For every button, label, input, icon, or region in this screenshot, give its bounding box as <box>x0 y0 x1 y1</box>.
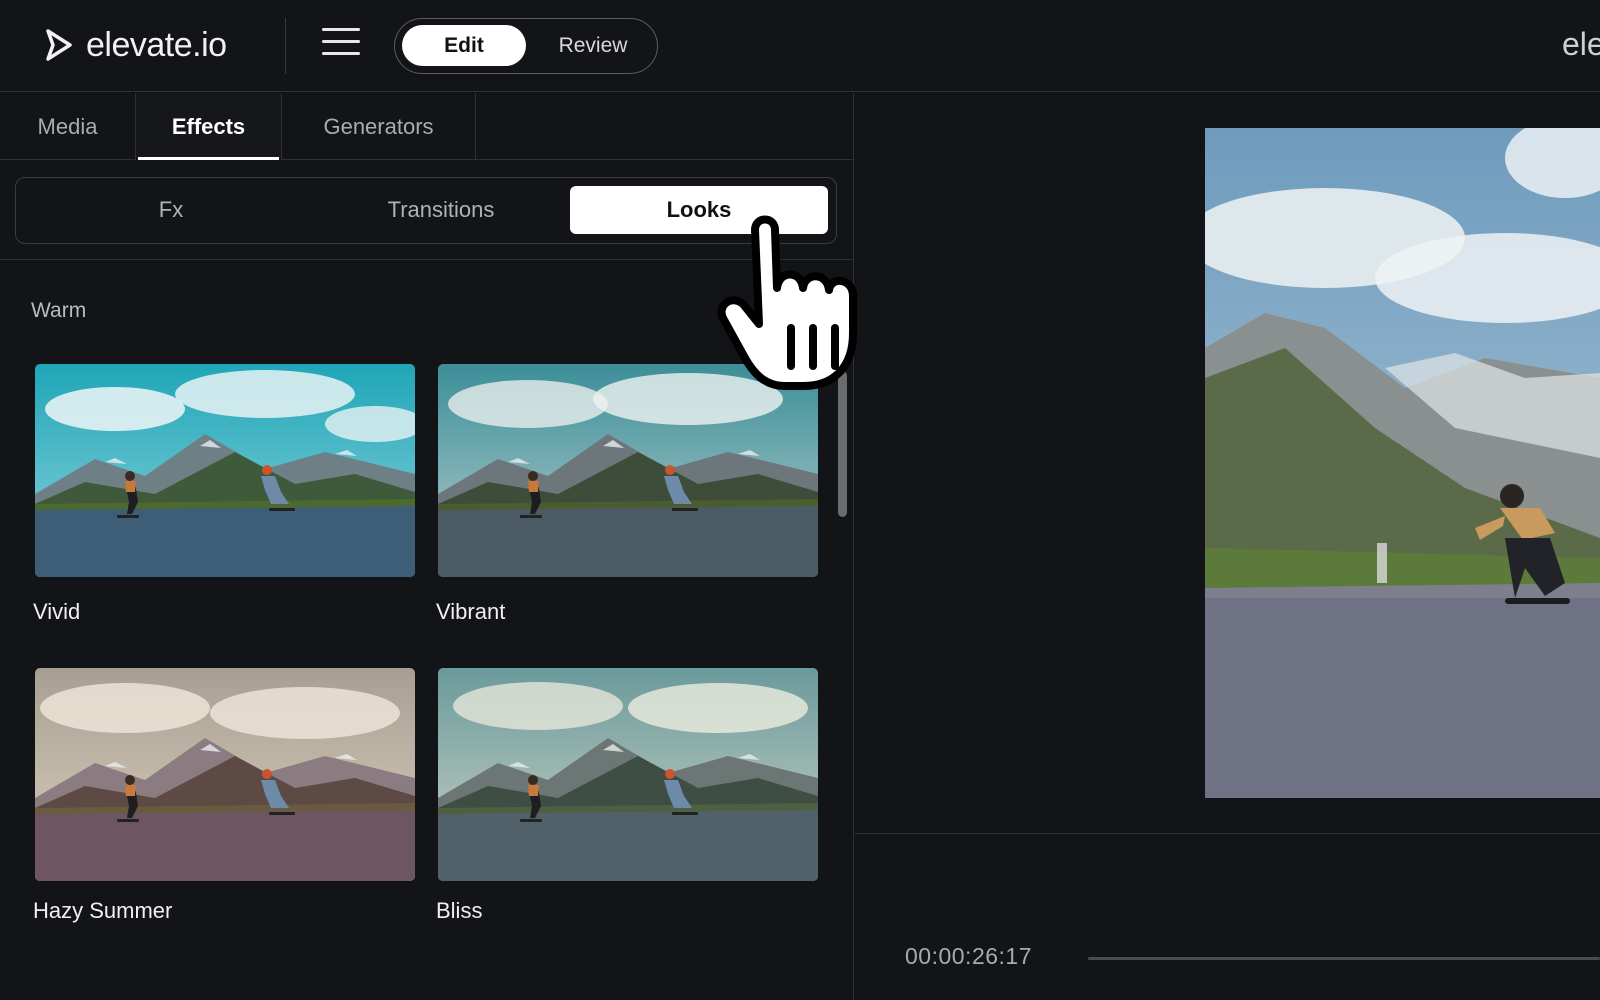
top-bar: elevate.io Edit Review ele <box>0 0 1600 92</box>
review-mode-button[interactable]: Review <box>533 25 653 66</box>
effects-panel: Media Effects Generators Fx Transitions … <box>0 93 854 1000</box>
panel-tabs: Media Effects Generators <box>0 93 854 160</box>
effect-type-selector: Fx Transitions Looks <box>15 177 837 244</box>
look-card-vibrant[interactable]: Vibrant <box>436 364 818 624</box>
timecode: 00:00:26:17 <box>905 943 1033 969</box>
fx-button[interactable]: Fx <box>36 186 306 234</box>
edit-mode-button[interactable]: Edit <box>402 25 526 66</box>
video-preview[interactable] <box>1205 128 1600 798</box>
look-card-vivid[interactable]: Vivid <box>33 364 415 624</box>
video-preview-image <box>1205 128 1600 798</box>
look-thumbnail-vivid <box>35 364 415 577</box>
tab-generators[interactable]: Generators <box>282 93 476 160</box>
look-thumbnail-hazy-summer <box>35 668 415 881</box>
timeline-scrubber[interactable] <box>1088 957 1600 960</box>
section-title: Warm <box>31 299 87 322</box>
tab-media[interactable]: Media <box>0 93 136 160</box>
transitions-button[interactable]: Transitions <box>306 186 576 234</box>
preview-area <box>855 93 1600 833</box>
look-thumbnail-bliss <box>438 668 818 881</box>
tab-effects[interactable]: Effects <box>136 93 282 160</box>
logo-play-icon <box>46 29 72 61</box>
logo-text: elevate.io <box>86 25 227 64</box>
hamburger-menu-icon[interactable] <box>322 28 360 62</box>
look-name: Bliss <box>436 898 483 923</box>
look-name: Vibrant <box>436 599 506 624</box>
look-card-hazy-summer[interactable]: Hazy Summer <box>33 668 415 923</box>
topbar-divider <box>285 18 286 74</box>
look-thumbnail-vibrant <box>438 364 818 577</box>
looks-scrollbar[interactable] <box>838 371 847 517</box>
mode-toggle: Edit Review <box>394 18 658 74</box>
app-window: elevate.io Edit Review ele Media Effects… <box>0 0 1600 1000</box>
top-right-logo-text: ele <box>1562 26 1600 62</box>
look-card-bliss[interactable]: Bliss <box>436 668 818 923</box>
looks-button[interactable]: Looks <box>570 186 828 234</box>
panel-divider <box>0 259 854 260</box>
logo[interactable]: elevate.io <box>40 24 227 66</box>
look-name: Hazy Summer <box>33 898 173 923</box>
timeline-divider <box>855 833 1600 834</box>
look-name: Vivid <box>33 599 81 624</box>
